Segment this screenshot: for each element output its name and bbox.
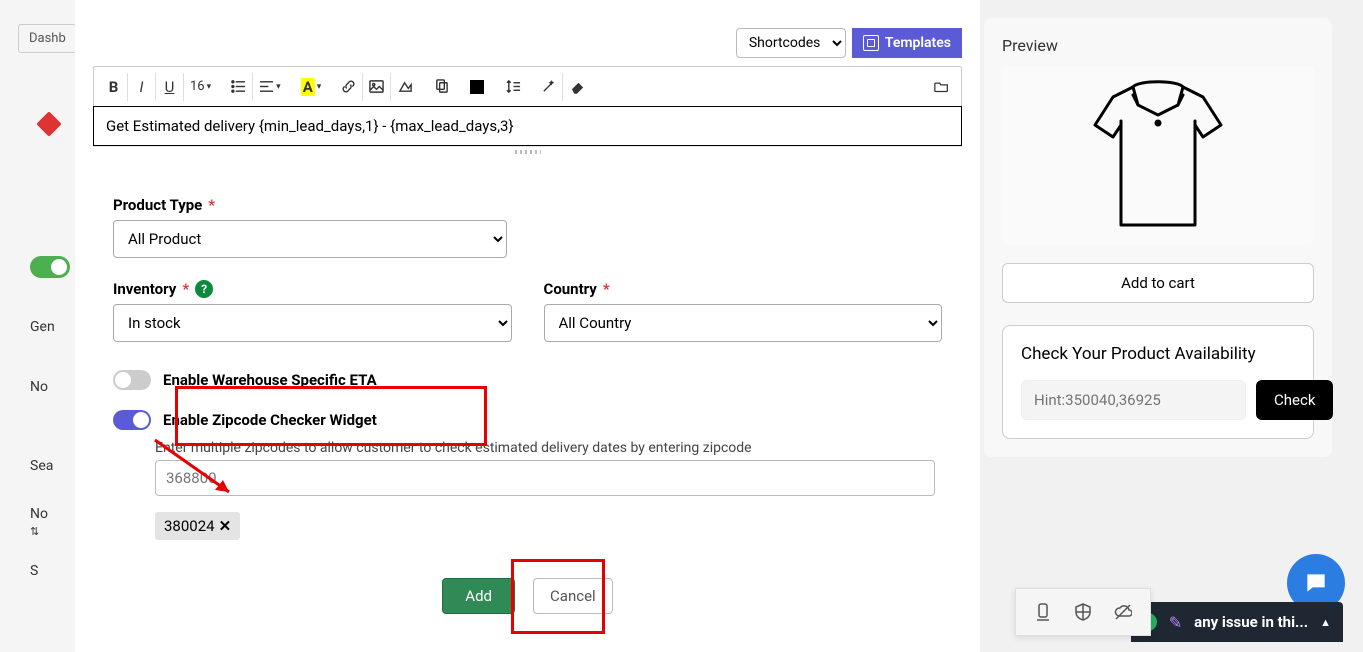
sort-icon[interactable]: ⇅ bbox=[30, 525, 39, 538]
italic-button[interactable]: I bbox=[128, 73, 156, 101]
product-type-label: Product Type* bbox=[113, 196, 942, 214]
remove-tag-icon[interactable]: ✕ bbox=[219, 517, 232, 535]
templates-label: Templates bbox=[885, 35, 951, 51]
text-color-button[interactable]: A▾ bbox=[295, 73, 328, 101]
availability-card: Check Your Product Availability Check bbox=[1002, 325, 1314, 439]
modal: Shortcodes Templates B I U 16▾ ▾ A▾ bbox=[75, 0, 980, 652]
check-button[interactable]: Check bbox=[1256, 380, 1333, 420]
eraser-button[interactable] bbox=[563, 73, 591, 101]
cancel-button[interactable]: Cancel bbox=[533, 578, 613, 614]
product-type-select[interactable]: All Product bbox=[113, 220, 507, 258]
pen-icon: ✎ bbox=[1169, 613, 1182, 632]
chevron-up-icon[interactable]: ▲ bbox=[1320, 616, 1331, 629]
copy-button[interactable] bbox=[427, 73, 455, 101]
shortcodes-select[interactable]: Shortcodes bbox=[736, 28, 846, 58]
bg-color-button[interactable] bbox=[463, 73, 491, 101]
folder-button[interactable] bbox=[927, 73, 955, 101]
country-label: Country* bbox=[544, 280, 943, 298]
list-button[interactable] bbox=[225, 73, 253, 101]
status-text: any issue in thi... bbox=[1194, 613, 1308, 631]
availability-input[interactable] bbox=[1021, 380, 1246, 420]
image-button[interactable] bbox=[363, 73, 391, 101]
country-select[interactable]: All Country bbox=[544, 304, 943, 342]
cloud-off-icon[interactable] bbox=[1114, 603, 1132, 621]
bg-label: No bbox=[30, 379, 48, 395]
status-bar[interactable]: ✓ ✎ any issue in thi... ▲ bbox=[1131, 602, 1343, 642]
zipcode-input[interactable] bbox=[155, 460, 935, 496]
link-button[interactable] bbox=[335, 73, 363, 101]
underline-button[interactable]: U bbox=[156, 73, 184, 101]
shield-icon[interactable] bbox=[1074, 603, 1092, 621]
bg-label: S bbox=[30, 563, 38, 579]
align-button[interactable]: ▾ bbox=[253, 73, 287, 101]
preview-panel: Preview Add to cart Check Your Product A… bbox=[984, 18, 1332, 457]
dashboard-tab[interactable]: Dashb bbox=[18, 24, 77, 53]
zipcode-tag: 380024 ✕ bbox=[155, 512, 240, 540]
zipcode-checker-label: Enable Zipcode Checker Widget bbox=[163, 411, 377, 429]
preview-title: Preview bbox=[1002, 36, 1314, 55]
zipcode-hint: Enter multiple zipcodes to allow custome… bbox=[155, 440, 942, 456]
device-icon[interactable] bbox=[1034, 603, 1052, 621]
bg-label: Sea bbox=[30, 458, 53, 474]
availability-title: Check Your Product Availability bbox=[1021, 344, 1295, 364]
help-icon[interactable]: ? bbox=[195, 280, 213, 298]
font-size-select[interactable]: 16▾ bbox=[184, 73, 217, 101]
bg-label: Gen bbox=[30, 319, 55, 335]
editor-toolbar: B I U 16▾ ▾ A▾ bbox=[94, 67, 961, 107]
editor-content[interactable]: Get Estimated delivery {min_lead_days,1}… bbox=[93, 106, 962, 146]
line-height-button[interactable] bbox=[499, 73, 527, 101]
image2-button[interactable] bbox=[391, 73, 419, 101]
templates-button[interactable]: Templates bbox=[852, 28, 962, 58]
bg-toggle[interactable] bbox=[30, 256, 70, 278]
add-to-cart-button[interactable]: Add to cart bbox=[1002, 263, 1314, 303]
bg-label: No bbox=[30, 506, 48, 522]
inventory-label: Inventory* ? bbox=[113, 280, 512, 298]
magic-button[interactable] bbox=[535, 73, 563, 101]
inventory-select[interactable]: In stock bbox=[113, 304, 512, 342]
warehouse-eta-label: Enable Warehouse Specific ETA bbox=[163, 371, 377, 389]
product-image bbox=[1083, 75, 1233, 235]
resize-handle[interactable] bbox=[93, 146, 962, 156]
warehouse-eta-toggle[interactable] bbox=[113, 370, 151, 390]
extension-tray bbox=[1015, 588, 1151, 636]
bold-button[interactable]: B bbox=[100, 73, 128, 101]
add-button[interactable]: Add bbox=[442, 578, 515, 614]
zipcode-checker-toggle[interactable] bbox=[113, 410, 151, 430]
templates-icon bbox=[863, 35, 879, 51]
rich-text-editor: B I U 16▾ ▾ A▾ Get Estimated delivery {m… bbox=[93, 66, 962, 146]
